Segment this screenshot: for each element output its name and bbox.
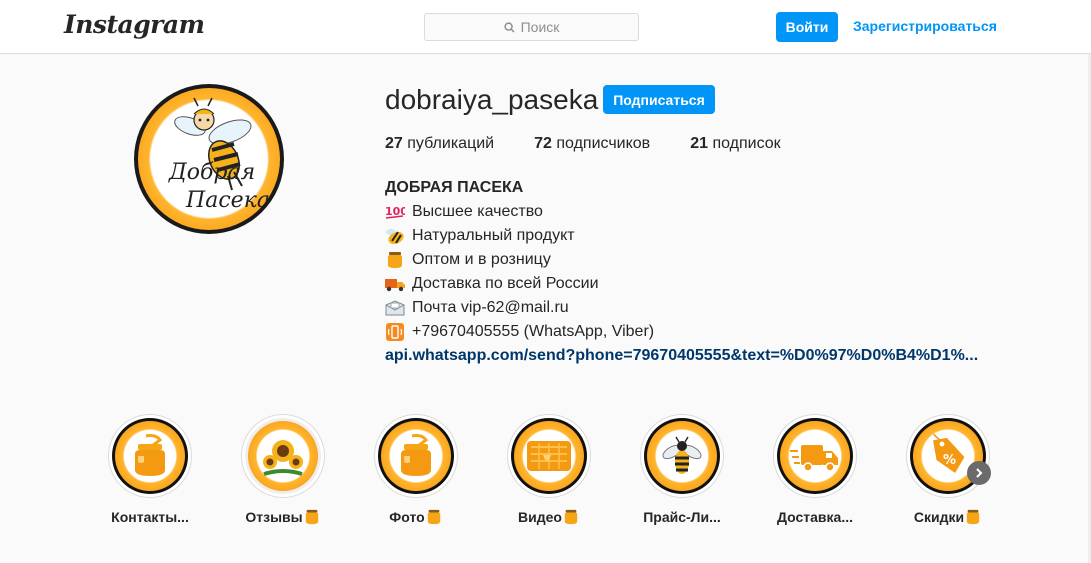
honey-jar-icon xyxy=(401,434,431,476)
highlight-label-text: Фото xyxy=(389,509,425,525)
highlight-label-text: Контакты... xyxy=(111,509,189,525)
sunflower-icon xyxy=(263,440,303,476)
highlight-circle xyxy=(644,418,720,494)
honey-pot-icon xyxy=(427,509,440,525)
search-box[interactable]: Поиск xyxy=(424,13,639,41)
bio-line: Почта vip-62@mail.ru xyxy=(385,296,1005,320)
highlight-circle xyxy=(112,418,188,494)
discount-tag-icon: % xyxy=(933,434,965,474)
avatar-logo: Добрая Пасека xyxy=(138,88,280,230)
profile-username: dobraiya_paseka xyxy=(385,84,599,115)
phone-icon xyxy=(385,323,405,341)
search-placeholder: Поиск xyxy=(520,19,560,35)
honeycomb-icon xyxy=(527,441,571,471)
highlight-ring xyxy=(640,414,724,498)
honey-pot-icon xyxy=(966,509,980,525)
highlight-ring xyxy=(507,414,591,498)
posts-label: публикаций xyxy=(407,135,495,152)
highlight-face xyxy=(780,421,850,491)
register-link[interactable]: Зарегистрироваться xyxy=(853,18,997,34)
highlight-circle xyxy=(378,418,454,494)
highlight-contacts[interactable]: Контакты... xyxy=(102,414,198,525)
highlight-label: Видео xyxy=(501,509,597,525)
following-count: 21 xyxy=(690,135,708,152)
profile-stats: 27 публикаций 72 подписчиков 21 подписок xyxy=(385,135,821,153)
bio-name: ДОБРАЯ ПАСЕКА xyxy=(385,179,524,196)
followers-label: подписчиков xyxy=(556,135,651,152)
avatar-text-line-1: Добрая xyxy=(168,160,256,185)
highlight-label-text: Отзывы xyxy=(245,509,303,525)
instagram-logo[interactable]: Instagram xyxy=(64,10,205,39)
stat-posts: 27 публикаций xyxy=(385,135,494,153)
highlight-label-text: Видео xyxy=(518,509,562,525)
bio-line-text: +79670405555 (WhatsApp, Viber) xyxy=(412,323,655,340)
bee-icon xyxy=(385,227,405,245)
posts-count: 27 xyxy=(385,135,403,152)
bio-line-text: Натуральный продукт xyxy=(412,227,575,244)
hundred-icon: 100 xyxy=(385,203,408,221)
highlight-label-text: Доставка... xyxy=(776,509,853,525)
highlight-photo[interactable]: Фото xyxy=(368,414,464,525)
honey-jar-icon xyxy=(135,434,165,476)
following-label: подписок xyxy=(712,135,781,152)
honey-pot-icon xyxy=(564,509,578,525)
profile-avatar[interactable]: Добрая Пасека xyxy=(134,84,284,234)
highlight-ring: % xyxy=(906,414,990,498)
bio-website-link[interactable]: api.whatsapp.com/send?phone=79670405555&… xyxy=(385,344,995,368)
highlight-label: Прайс-Ли... xyxy=(634,509,730,525)
highlight-ring xyxy=(241,414,325,498)
envelope-icon xyxy=(385,299,405,317)
honey-pot-icon xyxy=(305,509,318,525)
highlight-label: Фото xyxy=(368,509,464,525)
highlight-delivery[interactable]: Доставка... xyxy=(767,414,863,525)
highlight-price-list[interactable]: Прайс-Ли... xyxy=(634,414,730,525)
login-button[interactable]: Войти xyxy=(776,12,838,42)
highlight-label-text: Скидки xyxy=(913,509,965,525)
delivery-truck-icon xyxy=(790,445,838,472)
highlight-face xyxy=(248,421,318,491)
bio-line-text: Доставка по всей России xyxy=(412,275,599,292)
highlight-video[interactable]: Видео xyxy=(501,414,597,525)
highlight-circle xyxy=(777,418,853,494)
highlights-next-button[interactable] xyxy=(967,461,991,485)
highlight-circle xyxy=(511,418,587,494)
profile-bio: ДОБРАЯ ПАСЕКА 100 Высшее качество Натура… xyxy=(385,176,1005,368)
bio-line-text: Высшее качество xyxy=(412,203,543,220)
bio-line-text: Оптом и в розницу xyxy=(412,251,551,268)
highlight-reviews[interactable]: Отзывы xyxy=(235,414,331,525)
bio-line: 100 Высшее качество xyxy=(385,200,1005,224)
highlight-circle xyxy=(245,418,321,494)
highlight-label: Отзывы xyxy=(235,509,331,525)
avatar-text-line-2: Пасека xyxy=(186,188,270,213)
highlight-ring xyxy=(374,414,458,498)
honey-pot-icon xyxy=(385,251,405,269)
highlight-label: Контакты... xyxy=(102,509,198,525)
bio-line: +79670405555 (WhatsApp, Viber) xyxy=(385,320,1005,344)
highlight-label: Скидки xyxy=(900,509,996,525)
highlight-label: Доставка... xyxy=(767,509,863,525)
highlight-ring xyxy=(773,414,857,498)
bio-line: Доставка по всей России xyxy=(385,272,1005,296)
highlight-face xyxy=(514,421,584,491)
highlight-face xyxy=(647,421,717,491)
bio-line: Натуральный продукт xyxy=(385,224,1005,248)
highlight-ring xyxy=(108,414,192,498)
follow-button[interactable]: Подписаться xyxy=(603,85,715,114)
highlight-face xyxy=(115,421,185,491)
bee-icon xyxy=(662,436,702,474)
stat-followers[interactable]: 72 подписчиков xyxy=(534,135,650,153)
top-nav: Instagram Поиск Войти Зарегистрироваться xyxy=(0,0,1091,54)
bio-line: Оптом и в розницу xyxy=(385,248,1005,272)
truck-icon xyxy=(385,275,405,293)
stat-following[interactable]: 21 подписок xyxy=(690,135,780,153)
followers-count: 72 xyxy=(534,135,552,152)
highlight-face xyxy=(381,421,451,491)
search-icon xyxy=(503,21,515,33)
highlight-label-text: Прайс-Ли... xyxy=(643,509,721,525)
svg-text:%: % xyxy=(943,453,956,468)
chevron-right-icon xyxy=(976,468,983,478)
bio-line-text: Почта vip-62@mail.ru xyxy=(412,299,569,316)
